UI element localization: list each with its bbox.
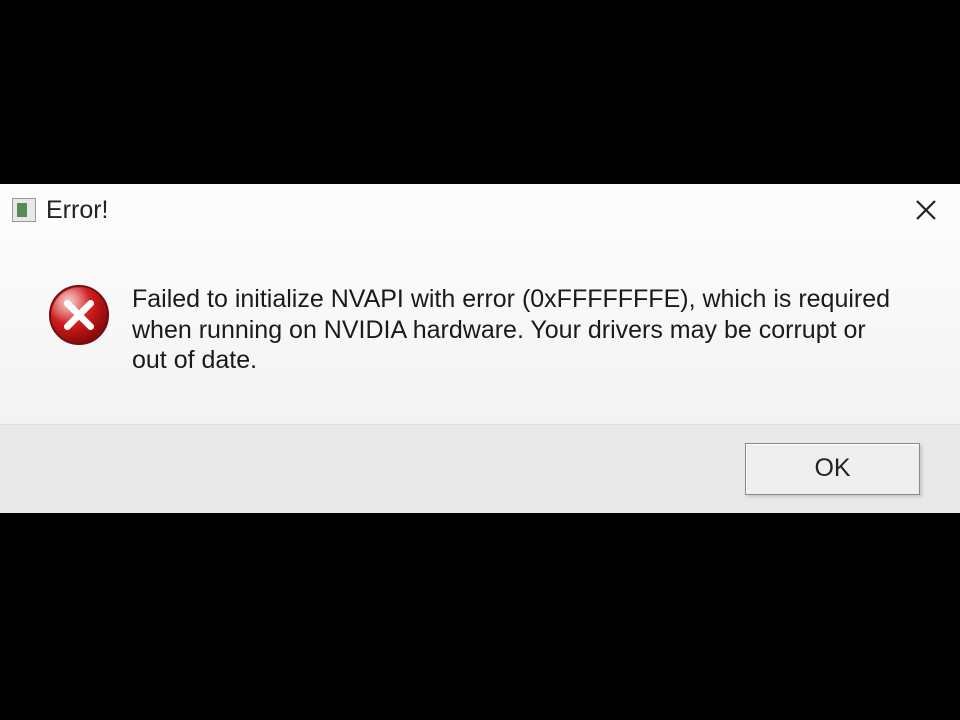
dialog-title: Error! — [46, 196, 109, 225]
close-button[interactable] — [906, 190, 946, 230]
dialog-content: Failed to initialize NVAPI with error (0… — [0, 236, 960, 424]
ok-button[interactable]: OK — [745, 443, 920, 495]
error-message: Failed to initialize NVAPI with error (0… — [132, 284, 892, 376]
dialog-titlebar: Error! — [0, 184, 960, 236]
dialog-button-bar: OK — [0, 424, 960, 513]
titlebar-left-group: Error! — [12, 196, 109, 225]
application-icon — [12, 198, 36, 222]
error-icon — [48, 284, 110, 346]
close-icon — [914, 198, 938, 222]
error-dialog: Error! — [0, 184, 960, 513]
